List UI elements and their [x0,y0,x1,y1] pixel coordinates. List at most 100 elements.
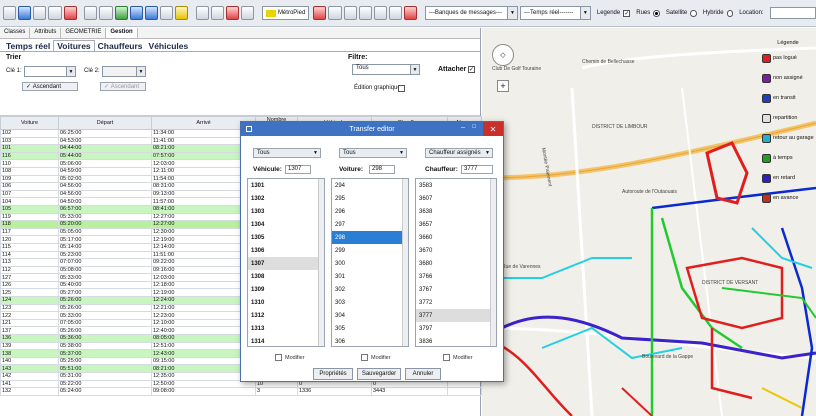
list-item[interactable]: 3657 [416,218,496,231]
close-icon[interactable]: ✕ [483,122,503,136]
table-row[interactable]: 132 05:24:00 09:08:00 3 1336 3443 [0,387,482,396]
list-item[interactable]: 294 [332,179,408,192]
attacher-checkbox[interactable]: ✓ [468,66,475,73]
list-item[interactable]: 3638 [416,205,496,218]
modifier-checkbox[interactable] [443,354,450,361]
voiture-filter-combo[interactable]: Tous ▼ [339,148,407,158]
voiture-list[interactable]: 294 295 296 297 298 299 300 301 302 303 304 305 306 [331,178,409,347]
list-item[interactable]: 1308 [248,270,324,283]
column-header[interactable]: Voiture [0,116,59,130]
location-input[interactable] [769,7,816,19]
list-item[interactable]: 299 [332,244,408,257]
hybride-radio[interactable] [726,9,734,17]
list-item[interactable]: 1301 [248,179,324,192]
close-route-icon[interactable] [404,6,418,20]
timeline4-icon[interactable] [373,6,387,20]
select-icon[interactable] [33,6,47,20]
list-item[interactable]: 296 [332,205,408,218]
timeline2-icon[interactable] [343,6,357,20]
timeline3-icon[interactable] [358,6,372,20]
chauffeur-input[interactable]: 3777 [461,165,493,174]
modifier-chauffeur[interactable]: Modifier [443,354,473,361]
tab-vehicules[interactable]: Véhicules [146,41,192,51]
dialog-titlebar[interactable]: Transfer editor – □ ✕ [241,122,503,136]
minimize-icon[interactable]: – [461,124,465,131]
calendar-icon[interactable] [63,6,77,20]
voiture-input[interactable]: 298 [369,165,395,174]
list-item[interactable]: 295 [332,192,408,205]
cle1-combo[interactable]: ▼ [24,66,76,77]
list-item[interactable]: 1312 [248,309,324,322]
list-item[interactable]: 3836 [416,335,496,346]
list-item[interactable]: 300 [332,257,408,270]
list-item[interactable]: 1310 [248,296,324,309]
pencil-icon[interactable] [241,6,255,20]
chauffeur-list[interactable]: 3583 3607 3638 3657 3660 3670 3680 3766 3767 3772… [415,178,497,347]
rues-radio[interactable] [653,9,660,17]
tab-chauffeurs[interactable]: Chauffeurs [95,41,146,51]
vehicule-list[interactable]: 1301 1302 1303 1304 1305 1306 1307 1308 1309 1310… [247,178,325,347]
sauvegarder-button[interactable]: Sauvegarder [357,368,401,380]
list-item[interactable]: 3797 [416,322,496,335]
circle-icon[interactable] [84,6,98,20]
node-icon[interactable] [99,6,113,20]
list-item[interactable]: 302 [332,283,408,296]
list-item[interactable]: 3772 [416,296,496,309]
list-item[interactable]: 1302 [248,192,324,205]
list-item[interactable]: 3766 [416,270,496,283]
filtre-combo[interactable]: Tous ▼ [352,64,420,75]
edition-checkbox[interactable] [398,85,405,92]
bus-icon[interactable] [175,6,189,20]
proprietes-button[interactable]: Propriétés [313,368,353,380]
map-view[interactable]: Club De Golf Touraine Chemin de Bellecha… [482,28,816,416]
list-item[interactable]: 1305 [248,231,324,244]
list-item[interactable]: 3660 [416,231,496,244]
satellite-radio[interactable] [690,9,697,17]
messages-select[interactable]: ---Banques de messages--- ▼ [424,6,518,20]
stop-icon[interactable] [313,6,327,20]
edit-icon[interactable] [226,6,240,20]
timeline5-icon[interactable] [389,6,403,20]
modifier-vehicule[interactable]: Modifier [275,354,305,361]
modifier-checkbox[interactable] [361,354,368,361]
modifier-checkbox[interactable] [275,354,282,361]
list-item[interactable]: 298 [332,231,408,244]
list-item[interactable]: 3777 [416,309,496,322]
zoom-in-icon[interactable] [129,6,143,20]
tab-classes[interactable]: Classes [0,28,31,38]
measure-icon[interactable] [195,6,209,20]
list-item[interactable]: 1313 [248,322,324,335]
list-item[interactable]: 3607 [416,192,496,205]
pan-icon[interactable] [159,6,174,20]
route-icon[interactable] [114,6,128,20]
list-item[interactable]: 306 [332,335,408,346]
tab-temps-reel[interactable]: Temps réel [3,41,53,51]
list-item[interactable]: 1309 [248,283,324,296]
cle2-combo[interactable]: ▼ [102,66,146,77]
timeline-icon[interactable] [328,6,342,20]
legende-checkbox[interactable]: ✓ [623,9,631,17]
table-icon[interactable] [48,6,62,20]
map-pan-control[interactable]: ◇ [492,44,514,66]
map-zoom-in-button[interactable]: + [497,80,509,92]
vehicule-input[interactable]: 1307 [285,165,311,174]
maximize-icon[interactable]: □ [472,124,476,130]
zoom-out-icon[interactable] [144,6,158,20]
tab-attributs[interactable]: Attributs [30,28,62,38]
time-select[interactable]: ---Temps réel------- ▼ [520,6,591,20]
list-item[interactable]: 3767 [416,283,496,296]
list-item[interactable]: 303 [332,296,408,309]
list-item[interactable]: 1303 [248,205,324,218]
list-item[interactable]: 304 [332,309,408,322]
layer-icon[interactable] [18,6,32,20]
modifier-voiture[interactable]: Modifier [361,354,391,361]
annuler-button[interactable]: Annuler [405,368,441,380]
draw-icon[interactable] [210,6,225,20]
tab-voitures[interactable]: Voitures [53,40,95,51]
chauffeur-filter-combo[interactable]: Chauffeur assignés ▼ [425,148,493,158]
list-item[interactable]: 1314 [248,335,324,346]
ascendant2-toggle[interactable]: ✓ Ascendant [100,82,146,91]
vehicule-filter-combo[interactable]: Tous ▼ [253,148,321,158]
column-header[interactable]: Départ [58,116,152,130]
list-item[interactable]: 1304 [248,218,324,231]
